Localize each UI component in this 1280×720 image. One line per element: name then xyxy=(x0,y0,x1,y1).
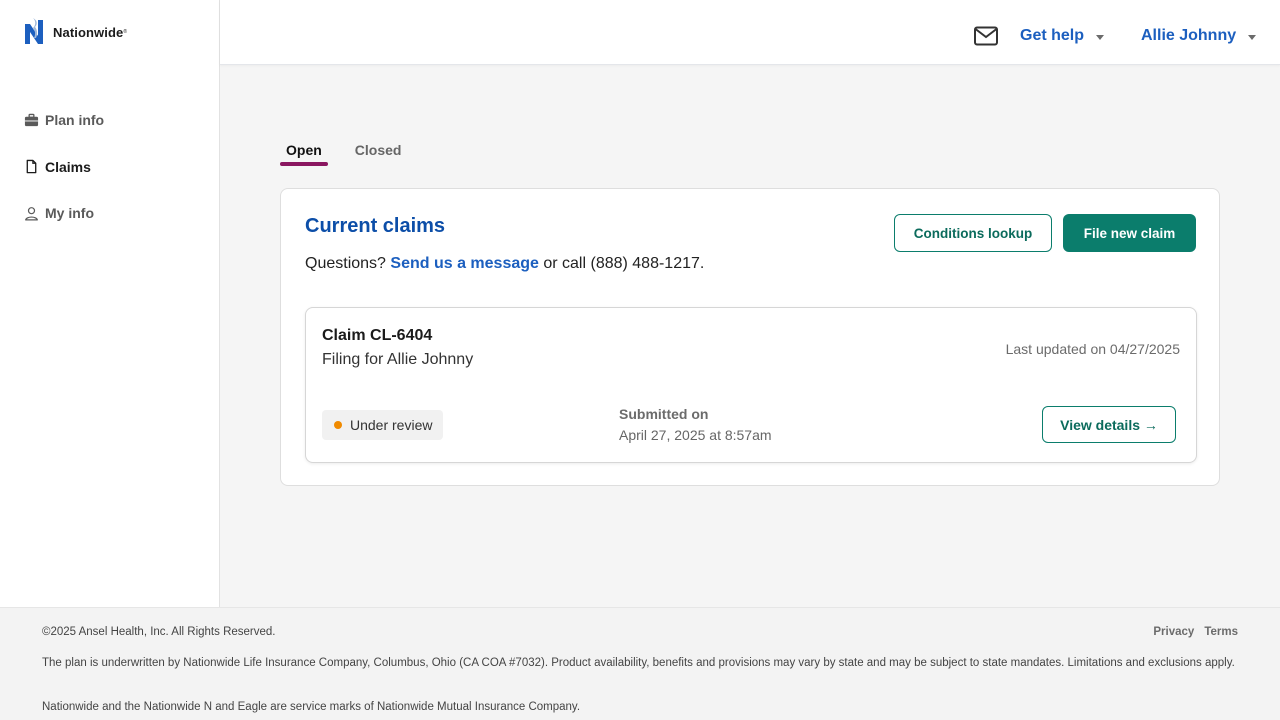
copyright-text: ©2025 Ansel Health, Inc. All Rights Rese… xyxy=(42,626,276,638)
caret-down-icon xyxy=(1096,34,1105,40)
status-badge: Under review xyxy=(322,410,444,440)
terms-link[interactable]: Terms xyxy=(1204,626,1238,638)
user-menu[interactable]: Allie Johnny xyxy=(1141,27,1257,45)
view-details-button[interactable]: View details → xyxy=(1042,406,1176,443)
claim-subtitle: Filing for Allie Johnny xyxy=(322,351,474,368)
get-help-menu[interactable]: Get help xyxy=(1020,27,1105,45)
sidebar-item-label: Plan info xyxy=(45,112,105,128)
service-marks-text: Nationwide and the Nationwide N and Eagl… xyxy=(42,701,581,713)
submitted-label: Submitted on xyxy=(619,406,709,422)
footer-links: Privacy Terms xyxy=(1143,626,1238,638)
user-name-label: Allie Johnny xyxy=(1141,27,1237,44)
claim-item: Claim CL-6404 Filing for Allie Johnny La… xyxy=(305,307,1197,463)
sidebar-item-plan-info[interactable]: Plan info xyxy=(24,110,104,130)
questions-text: Questions? Send us a message or call (88… xyxy=(305,255,704,273)
user-icon xyxy=(25,206,38,220)
file-new-claim-button[interactable]: File new claim xyxy=(1063,214,1196,252)
claims-tabs: Open Closed xyxy=(280,138,428,166)
status-label: Under review xyxy=(350,417,433,433)
submitted-value: April 27, 2025 at 8:57am xyxy=(619,427,772,443)
envelope-icon[interactable] xyxy=(974,26,998,46)
tab-closed[interactable]: Closed xyxy=(349,138,408,164)
privacy-link[interactable]: Privacy xyxy=(1153,626,1194,638)
sidebar-item-label: Claims xyxy=(45,158,91,175)
claim-title: Claim CL-6404 xyxy=(322,327,433,344)
nationwide-logo-icon xyxy=(25,18,43,44)
disclaimer-text: The plan is underwritten by Nationwide L… xyxy=(42,657,1235,669)
questions-prefix: Questions? xyxy=(305,255,386,272)
registered-mark: ® xyxy=(123,29,128,35)
status-dot-icon xyxy=(334,421,342,429)
current-claims-card: Current claims Questions? Send us a mess… xyxy=(280,188,1220,486)
claim-last-updated: Last updated on 04/27/2025 xyxy=(1005,341,1180,357)
conditions-lookup-button[interactable]: Conditions lookup xyxy=(894,214,1052,252)
questions-suffix: or call (888) 488-1217. xyxy=(543,255,705,272)
sidebar: Nationwide ® Plan info Claims My info xyxy=(0,0,220,607)
send-message-link[interactable]: Send us a message xyxy=(390,255,539,272)
document-icon xyxy=(26,159,37,174)
card-title: Current claims xyxy=(305,215,446,237)
sidebar-nav: Plan info Claims My info xyxy=(24,110,104,250)
sidebar-item-claims[interactable]: Claims xyxy=(24,157,104,177)
brand-name: Nationwide xyxy=(53,24,124,40)
sidebar-item-label: My info xyxy=(45,205,94,221)
briefcase-icon xyxy=(24,113,39,126)
top-header: Get help Allie Johnny xyxy=(220,0,1280,65)
tab-open[interactable]: Open xyxy=(280,138,328,166)
footer: ©2025 Ansel Health, Inc. All Rights Rese… xyxy=(0,607,1280,720)
caret-down-icon xyxy=(1248,34,1257,40)
nationwide-logo[interactable]: Nationwide ® xyxy=(24,16,127,48)
get-help-label: Get help xyxy=(1020,27,1085,44)
sidebar-item-my-info[interactable]: My info xyxy=(24,203,104,223)
